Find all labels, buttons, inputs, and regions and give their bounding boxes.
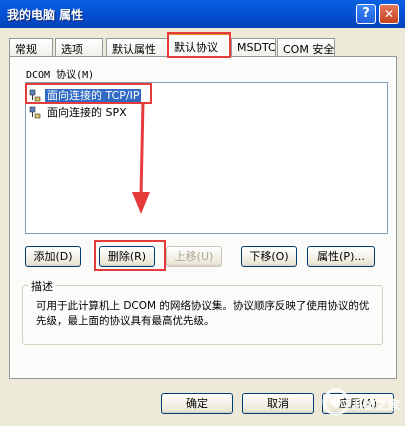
list-item[interactable]: 面向连接的 SPX — [29, 104, 129, 119]
svg-text:系统之家: 系统之家 — [352, 397, 401, 412]
tab-general[interactable]: 常规 — [9, 38, 53, 56]
tab-com-security[interactable]: COM 安全 — [277, 38, 335, 56]
window-title: 我的电脑 属性 — [7, 8, 84, 22]
remove-button[interactable]: 删除(R) — [99, 246, 155, 267]
protocol-label: 面向连接的 TCP/IP — [45, 89, 142, 102]
tab-default-protocols[interactable]: 默认协议 — [168, 33, 230, 57]
ok-button[interactable]: 确定 — [161, 393, 233, 414]
protocol-label: 面向连接的 SPX — [47, 106, 127, 119]
network-protocol-icon — [29, 89, 41, 101]
description-text: 可用于此计算机上 DCOM 的网络协议集。协议顺序反映了使用协议的优先级，最上面… — [36, 300, 370, 327]
tab-default-properties[interactable]: 默认属性 — [106, 38, 168, 56]
tab-msdtc[interactable]: MSDTC — [231, 38, 276, 56]
network-protocol-icon — [29, 106, 41, 118]
list-item[interactable]: 面向连接的 TCP/IP — [29, 87, 142, 102]
dcom-protocols-label: DCOM 协议(M) — [26, 70, 95, 81]
move-up-button[interactable]: 上移(U) — [166, 246, 222, 267]
tab-options[interactable]: 选项 — [55, 38, 103, 56]
help-button[interactable]: ? — [356, 4, 376, 24]
cancel-button[interactable]: 取消 — [242, 393, 314, 414]
watermark-logo: 系统之家 — [322, 381, 404, 423]
annotation-arrow — [132, 101, 150, 214]
move-down-button[interactable]: 下移(O) — [241, 246, 297, 267]
title-bar[interactable]: 我的电脑 属性 ? ✕ — [0, 0, 405, 28]
protocol-list[interactable]: 面向连接的 TCP/IP 面向连接的 SPX — [25, 82, 388, 234]
add-button[interactable]: 添加(D) — [25, 246, 81, 267]
description-title: 描述 — [28, 278, 56, 294]
properties-button[interactable]: 属性(P)... — [307, 246, 375, 267]
properties-window: 我的电脑 属性 ? ✕ 常规 选项 默认属性 默认协议 MSDTC COM 安全… — [0, 0, 405, 424]
close-button[interactable]: ✕ — [379, 4, 399, 24]
